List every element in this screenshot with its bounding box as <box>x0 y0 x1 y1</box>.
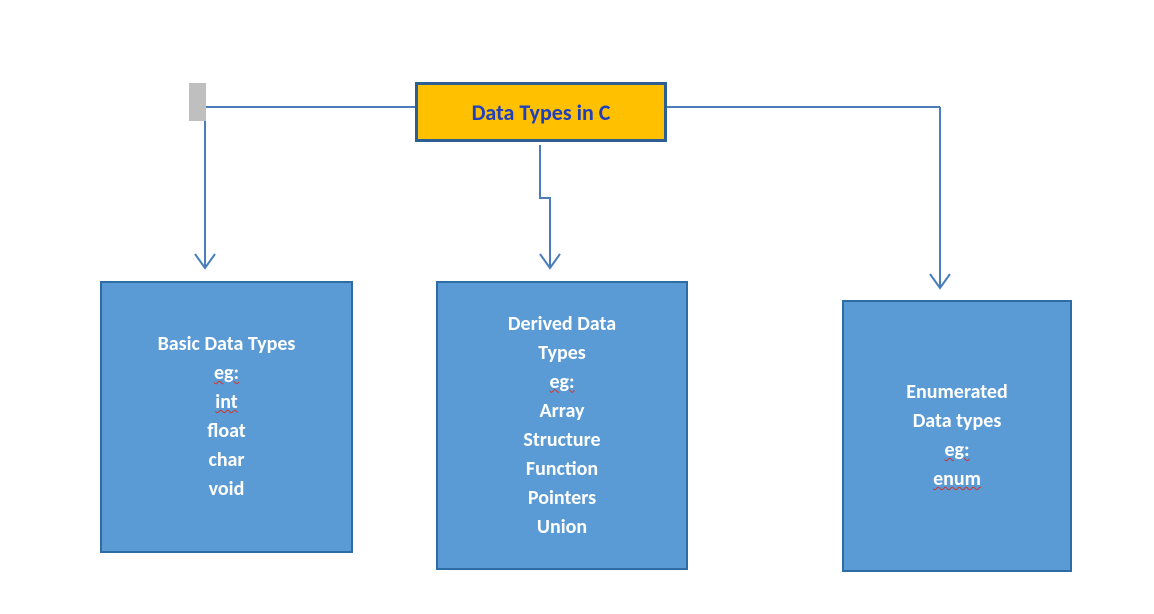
enum-item: enum <box>933 465 981 494</box>
root-title: Data Types in C <box>472 99 611 126</box>
derived-data-types-box: Derived Data Types eg: Array Structure F… <box>436 281 688 570</box>
basic-item: int <box>215 388 237 417</box>
derived-item: Structure <box>523 426 600 455</box>
derived-title: Derived Data <box>508 310 616 339</box>
basic-data-types-box: Basic Data Types eg: int float char void <box>100 281 353 553</box>
enumerated-data-types-box: Enumerated Data types eg: enum <box>842 300 1072 572</box>
derived-eg-label: eg: <box>549 368 574 397</box>
basic-item: void <box>209 475 245 504</box>
basic-title: Basic Data Types <box>158 330 296 359</box>
enum-eg-label: eg: <box>944 436 969 465</box>
root-node: Data Types in C <box>415 82 667 142</box>
basic-item: char <box>208 446 244 475</box>
derived-item: Function <box>526 455 598 484</box>
grey-handle <box>189 83 206 121</box>
enum-title2: Data types <box>913 407 1002 436</box>
derived-item: Pointers <box>528 484 596 513</box>
derived-item: Union <box>537 513 587 542</box>
derived-item: Array <box>540 397 585 426</box>
enum-title: Enumerated <box>906 378 1007 407</box>
basic-eg-label: eg: <box>214 359 239 388</box>
basic-item: float <box>207 417 245 446</box>
derived-title2: Types <box>538 339 586 368</box>
